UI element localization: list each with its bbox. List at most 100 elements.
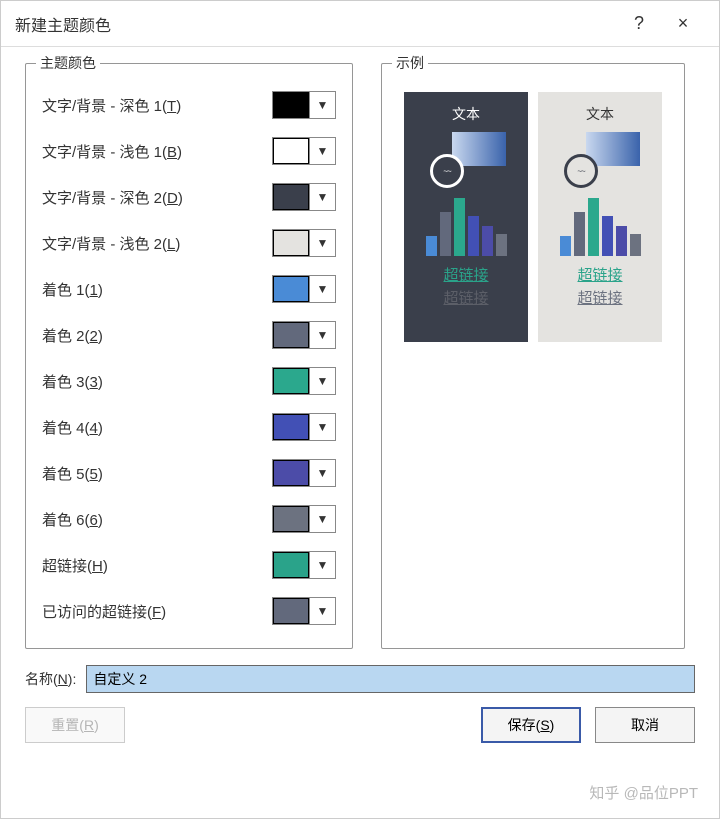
color-swatch [273,92,309,118]
titlebar: 新建主题颜色 ? × [1,1,719,47]
color-dropdown-accent5[interactable]: ▼ [272,459,336,487]
color-label: 着色 2(2) [42,325,272,346]
color-label: 超链接(H) [42,555,272,576]
preview-light-chart [560,194,641,256]
preview-circle-icon: ~~ [430,154,464,188]
preview-bar [468,216,479,256]
color-swatch [273,322,309,348]
color-swatch [273,414,309,440]
color-dropdown-accent6[interactable]: ▼ [272,505,336,533]
color-swatch [273,506,309,532]
color-row-text-bg-dark1: 文字/背景 - 深色 1(T) ▼ [42,82,336,128]
close-button[interactable]: × [661,13,705,34]
color-dropdown-accent1[interactable]: ▼ [272,275,336,303]
preview-dark-title: 文本 [452,104,480,124]
chevron-down-icon: ▼ [309,138,335,164]
color-dropdown-accent4[interactable]: ▼ [272,413,336,441]
group-preview: 示例 文本 ~~ 超链接 超链接 文本 [381,63,685,649]
preview-bar [602,216,613,256]
preview-dark-hyperlink: 超链接 [443,264,488,285]
color-dropdown-text-bg-light1[interactable]: ▼ [272,137,336,165]
group-preview-legend: 示例 [392,53,428,73]
color-dropdown-accent3[interactable]: ▼ [272,367,336,395]
group-theme-colors: 主题颜色 文字/背景 - 深色 1(T)▼文字/背景 - 浅色 1(B)▼文字/… [25,63,353,649]
color-dropdown-text-bg-light2[interactable]: ▼ [272,229,336,257]
color-label: 着色 5(5) [42,463,272,484]
preview-dark-shapes: ~~ [426,132,506,188]
color-dropdown-accent2[interactable]: ▼ [272,321,336,349]
preview-bar [560,236,571,256]
chevron-down-icon: ▼ [309,184,335,210]
preview-dark-chart [426,194,507,256]
color-row-hyperlink: 超链接(H) ▼ [42,542,336,588]
color-label: 着色 4(4) [42,417,272,438]
name-input[interactable] [86,665,695,693]
chevron-down-icon: ▼ [309,460,335,486]
preview-light-shapes: ~~ [560,132,640,188]
color-dropdown-hyperlink[interactable]: ▼ [272,551,336,579]
chevron-down-icon: ▼ [309,506,335,532]
color-dropdown-text-bg-dark1[interactable]: ▼ [272,91,336,119]
preview-bar [440,212,451,256]
color-row-text-bg-dark2: 文字/背景 - 深色 2(D) ▼ [42,174,336,220]
preview-bar [574,212,585,256]
chevron-down-icon: ▼ [309,276,335,302]
chevron-down-icon: ▼ [309,230,335,256]
color-label: 文字/背景 - 深色 1(T) [42,95,272,116]
color-dropdown-text-bg-dark2[interactable]: ▼ [272,183,336,211]
color-swatch [273,598,309,624]
color-label: 着色 3(3) [42,371,272,392]
color-swatch [273,552,309,578]
preview-light-hyperlink: 超链接 [577,264,622,285]
preview-dark-followed: 超链接 [443,287,488,308]
color-list: 文字/背景 - 深色 1(T)▼文字/背景 - 浅色 1(B)▼文字/背景 - … [42,82,336,634]
save-button[interactable]: 保存(S) [481,707,581,743]
color-row-accent1: 着色 1(1) ▼ [42,266,336,312]
color-dropdown-followed-hyperlink[interactable]: ▼ [272,597,336,625]
chevron-down-icon: ▼ [309,598,335,624]
preview-bar [426,236,437,256]
color-swatch [273,138,309,164]
group-theme-colors-legend: 主题颜色 [36,53,100,73]
color-row-text-bg-light1: 文字/背景 - 浅色 1(B) ▼ [42,128,336,174]
cancel-button[interactable]: 取消 [595,707,695,743]
chevron-down-icon: ▼ [309,322,335,348]
color-row-accent5: 着色 5(5) ▼ [42,450,336,496]
color-swatch [273,368,309,394]
color-row-followed-hyperlink: 已访问的超链接(F) ▼ [42,588,336,634]
chevron-down-icon: ▼ [309,92,335,118]
color-row-accent2: 着色 2(2) ▼ [42,312,336,358]
color-label: 着色 6(6) [42,509,272,530]
preview-row: 文本 ~~ 超链接 超链接 文本 ~~ [398,82,668,352]
color-swatch [273,184,309,210]
color-label: 文字/背景 - 浅色 1(B) [42,141,272,162]
color-swatch [273,276,309,302]
chevron-down-icon: ▼ [309,368,335,394]
color-row-accent6: 着色 6(6) ▼ [42,496,336,542]
color-label: 文字/背景 - 浅色 2(L) [42,233,272,254]
preview-light: 文本 ~~ 超链接 超链接 [538,92,662,342]
preview-bar [496,234,507,256]
color-swatch [273,460,309,486]
preview-light-title: 文本 [586,104,614,124]
name-row: 名称(N): [25,665,695,693]
color-label: 文字/背景 - 深色 2(D) [42,187,272,208]
button-row: 重置(R) 保存(S) 取消 [25,707,695,743]
columns: 主题颜色 文字/背景 - 深色 1(T)▼文字/背景 - 浅色 1(B)▼文字/… [25,63,695,649]
color-row-accent4: 着色 4(4)▼ [42,404,336,450]
dialog-title: 新建主题颜色 [15,12,617,36]
preview-bar [482,226,493,256]
help-button[interactable]: ? [617,13,661,34]
dialog-new-theme-colors: 新建主题颜色 ? × 主题颜色 文字/背景 - 深色 1(T)▼文字/背景 - … [0,0,720,819]
reset-button[interactable]: 重置(R) [25,707,125,743]
preview-bar [630,234,641,256]
color-swatch [273,230,309,256]
preview-circle-icon: ~~ [564,154,598,188]
color-row-text-bg-light2: 文字/背景 - 浅色 2(L) ▼ [42,220,336,266]
chevron-down-icon: ▼ [309,552,335,578]
color-label: 着色 1(1) [42,279,272,300]
preview-bar [454,198,465,256]
name-label: 名称(N): [25,669,76,689]
color-label: 已访问的超链接(F) [42,601,272,622]
preview-light-followed: 超链接 [577,287,622,308]
